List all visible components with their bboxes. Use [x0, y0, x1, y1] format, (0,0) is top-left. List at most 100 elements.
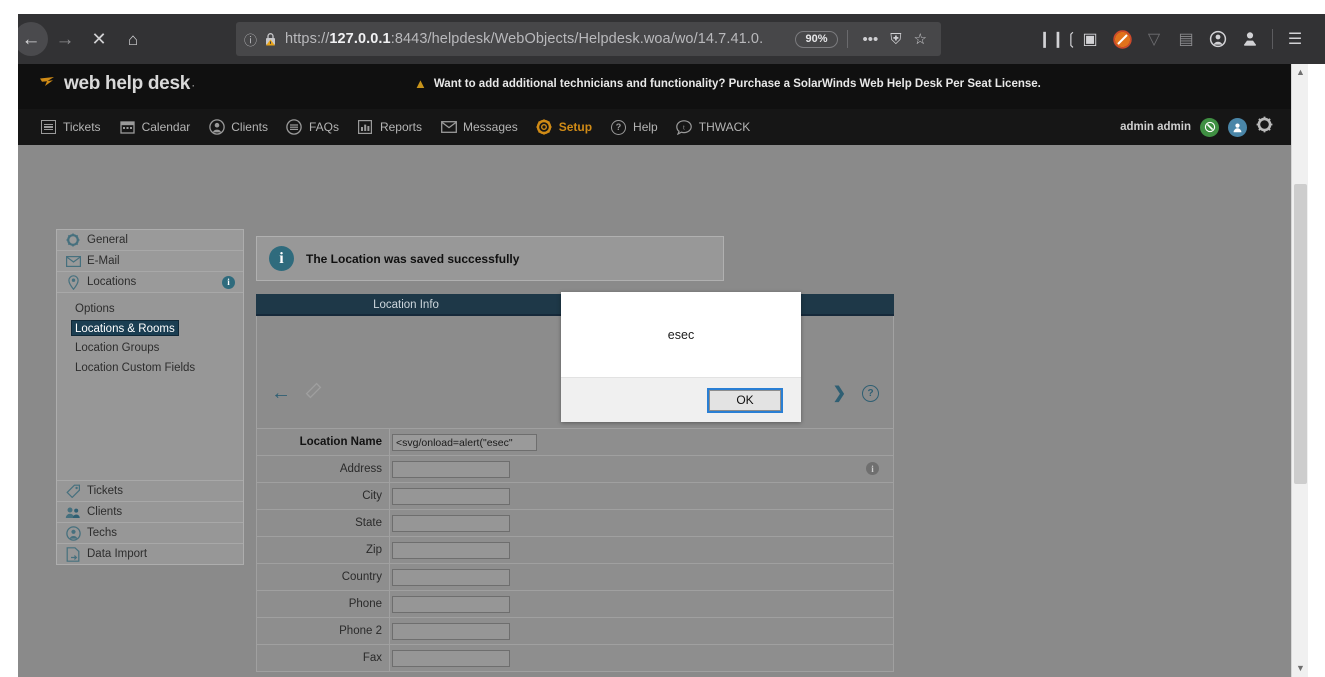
- sidebar-item-data-import[interactable]: Data Import: [57, 543, 243, 564]
- sidebar-item-locations-rooms[interactable]: Locations & Rooms: [71, 320, 179, 336]
- page-scrollbar[interactable]: ▲ ▼: [1291, 64, 1308, 677]
- whd-logo-text: web help desk: [64, 73, 190, 94]
- library-icon[interactable]: ❙❙❲: [1038, 23, 1078, 55]
- nav-label: FAQs: [308, 120, 339, 134]
- alert-ok-button[interactable]: OK: [707, 387, 783, 413]
- browser-home-button[interactable]: ⌂: [116, 22, 150, 56]
- nav-item-faqs[interactable]: FAQs: [286, 119, 339, 136]
- sidebar-item-location-groups[interactable]: Location Groups: [71, 340, 163, 356]
- nav-label: Help: [633, 120, 658, 134]
- zip-input[interactable]: [392, 542, 510, 560]
- city-input[interactable]: [392, 488, 510, 506]
- sidebar-label: E-Mail: [87, 255, 120, 267]
- form-label: State: [256, 509, 390, 537]
- account-icon[interactable]: [1202, 23, 1234, 55]
- hamburger-menu-icon[interactable]: ☰: [1279, 23, 1311, 55]
- browser-stop-button[interactable]: ✕: [82, 22, 116, 56]
- whd-logo[interactable]: web help desk ·: [40, 73, 195, 95]
- alert-body: esec: [561, 292, 801, 377]
- license-banner-link[interactable]: SolarWinds Web Help Desk Per Seat Licens…: [793, 78, 1041, 90]
- whd-user-area: admin admin: [1120, 109, 1273, 145]
- nav-item-thwack[interactable]: t THWACK: [676, 119, 750, 136]
- blocked-script-icon[interactable]: [1106, 23, 1138, 55]
- state-input[interactable]: [392, 515, 510, 533]
- nav-item-messages[interactable]: Messages: [440, 119, 518, 136]
- profile-icon[interactable]: [1228, 117, 1247, 137]
- locations-info-badge[interactable]: i: [222, 275, 235, 289]
- phone2-input[interactable]: [392, 623, 510, 641]
- phone-input[interactable]: [392, 596, 510, 614]
- location-name-input[interactable]: [392, 434, 537, 452]
- faq-icon: [286, 119, 303, 136]
- scroll-down-arrow[interactable]: ▼: [1292, 660, 1308, 677]
- form-row-phone: Phone: [256, 590, 894, 618]
- whd-header: web help desk · ▲ Want to add additional…: [18, 64, 1291, 109]
- sidebar-icon[interactable]: ▣: [1074, 23, 1106, 55]
- forward-arrow-icon: →: [55, 28, 75, 50]
- gear-icon: [536, 119, 553, 136]
- browser-forward-button[interactable]: →: [48, 22, 82, 56]
- edit-pencil-icon[interactable]: [305, 382, 322, 404]
- extension-icon[interactable]: [1234, 23, 1266, 55]
- tracking-protection-shield-icon[interactable]: ⛨: [890, 31, 901, 48]
- form-label: City: [256, 482, 390, 510]
- sidebar-item-email[interactable]: E-Mail: [57, 251, 243, 272]
- alert-message-text: esec: [667, 327, 695, 342]
- toolbar-left-gap: [0, 14, 18, 64]
- nav-item-setup[interactable]: Setup: [536, 119, 592, 136]
- nav-item-help[interactable]: ? Help: [610, 119, 658, 136]
- license-banner-text: Want to add additional technicians and f…: [434, 78, 1041, 90]
- address-input[interactable]: [392, 461, 510, 479]
- browser-toolbar-icons: ❙❙❲ ▣ ▽ ▤ ☰: [1038, 22, 1311, 56]
- screenshot-icon[interactable]: ▤: [1170, 23, 1202, 55]
- sidebar-item-tickets[interactable]: Tickets: [57, 480, 243, 501]
- sidebar-item-techs[interactable]: Techs: [57, 522, 243, 543]
- form-row-location-name: Location Name: [256, 428, 894, 456]
- logout-icon[interactable]: [1200, 117, 1219, 137]
- bookmark-star-icon[interactable]: ☆: [914, 30, 927, 48]
- chart-icon: [357, 119, 374, 136]
- back-arrow-icon[interactable]: ←: [271, 382, 291, 405]
- info-icon: i: [269, 246, 294, 271]
- calendar-icon: [119, 119, 136, 136]
- sidebar-item-clients[interactable]: Clients: [57, 501, 243, 522]
- person-icon: [208, 119, 225, 136]
- trademark-symbol: ·: [191, 81, 195, 91]
- success-message-bar: i The Location was saved successfully: [256, 236, 724, 281]
- tab-location-info[interactable]: Location Info: [256, 294, 556, 314]
- browser-titlebar: [0, 0, 1325, 14]
- help-question-icon[interactable]: ?: [862, 384, 879, 402]
- form-row-zip: Zip: [256, 536, 894, 564]
- sidebar-item-options[interactable]: Options: [71, 301, 119, 317]
- user-name-label: admin admin: [1120, 121, 1191, 133]
- zoom-level-badge[interactable]: 90%: [795, 30, 838, 48]
- next-chevron-icon[interactable]: ❯: [833, 383, 846, 403]
- scroll-up-arrow[interactable]: ▲: [1292, 64, 1308, 81]
- sidebar-label: Techs: [87, 527, 118, 539]
- browser-back-button[interactable]: ←: [14, 22, 48, 56]
- nav-item-calendar[interactable]: Calendar: [119, 119, 190, 136]
- sidebar-label: Data Import: [87, 548, 148, 560]
- sidebar-item-location-custom-fields[interactable]: Location Custom Fields: [71, 360, 199, 376]
- nav-item-clients[interactable]: Clients: [208, 119, 268, 136]
- sidebar-item-general[interactable]: General: [57, 230, 243, 251]
- scrollbar-thumb[interactable]: [1294, 184, 1307, 484]
- address-info-icon[interactable]: i: [866, 462, 879, 475]
- sidebar-bottom-group: Tickets Clients Techs Data Import: [57, 480, 243, 564]
- envelope-icon: [440, 119, 457, 136]
- thwack-icon: t: [676, 119, 693, 136]
- pocket-icon[interactable]: ▽: [1138, 23, 1170, 55]
- sidebar-label: Locations: [87, 276, 137, 288]
- nav-item-tickets[interactable]: Tickets: [40, 119, 101, 136]
- page-actions-icon[interactable]: •••: [863, 31, 879, 48]
- sidebar-item-locations[interactable]: Locations i: [57, 272, 243, 293]
- warning-triangle-icon: ▲: [414, 76, 427, 91]
- browser-url-bar[interactable]: ⓘ https://127.0.0.1:8443/helpdesk/WebObj…: [236, 22, 941, 56]
- back-arrow-icon: ←: [21, 28, 41, 50]
- form-row-city: City: [256, 482, 894, 510]
- nav-item-reports[interactable]: Reports: [357, 119, 422, 136]
- settings-gear-icon[interactable]: [1256, 116, 1273, 138]
- fax-input[interactable]: [392, 650, 510, 668]
- country-input[interactable]: [392, 569, 510, 587]
- site-information-icon[interactable]: ⓘ: [244, 30, 257, 49]
